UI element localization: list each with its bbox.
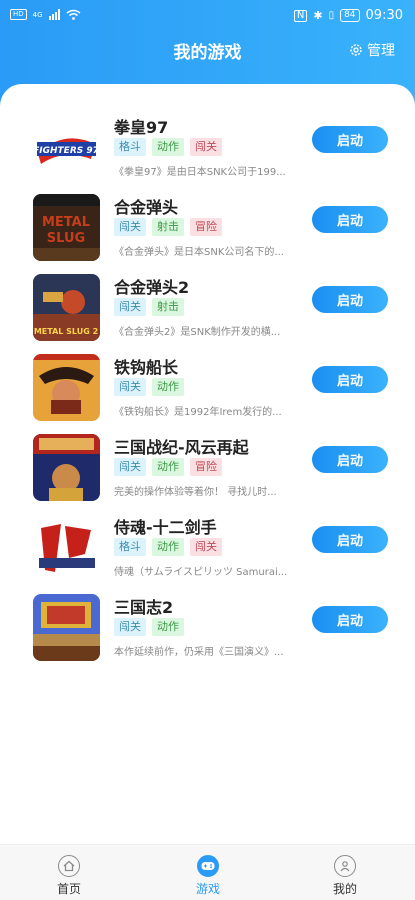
gamepad-icon bbox=[197, 855, 219, 877]
game-cover-metal-slug: METAL SLUG bbox=[33, 194, 100, 261]
game-title: 铁钩船长 bbox=[114, 358, 179, 377]
game-title: 三国战纪-风云再起 bbox=[114, 438, 249, 457]
tag: 冒险 bbox=[190, 458, 222, 476]
tab-games[interactable]: 游戏 bbox=[178, 855, 238, 897]
game-row-captain-hook[interactable]: 铁钩船长 闯关 动作 《铁钩船长》是1992年Irem发行的... 启动 bbox=[0, 354, 415, 434]
tag: 动作 bbox=[152, 538, 184, 556]
launch-button[interactable]: 启动 bbox=[312, 366, 388, 393]
game-row-metal-slug-2[interactable]: METAL SLUG 2 合金弹头2 闯关 射击 《合金弹头2》是SNK制作开发… bbox=[0, 274, 415, 354]
game-description: 《铁钩船长》是1992年Irem发行的... bbox=[114, 407, 282, 418]
tab-mine-label: 我的 bbox=[332, 882, 357, 896]
tag: 格斗 bbox=[114, 138, 146, 156]
launch-button[interactable]: 启动 bbox=[312, 446, 388, 473]
game-description: 《合金弹头2》是SNK制作开发的横... bbox=[114, 327, 281, 338]
tag: 闯关 bbox=[114, 378, 146, 396]
game-cover-kof97: FIGHTERS 97 bbox=[33, 114, 100, 181]
tag: 格斗 bbox=[114, 538, 146, 556]
user-icon bbox=[334, 855, 356, 877]
svg-text:METAL SLUG 2: METAL SLUG 2 bbox=[34, 327, 98, 336]
game-cover-sanguozhi-2 bbox=[33, 594, 100, 661]
tab-mine[interactable]: 我的 bbox=[315, 855, 375, 897]
game-description: 本作延续前作，仍采用《三国演义》... bbox=[114, 647, 284, 658]
game-row-samurai-shodown[interactable]: 侍魂-十二剑手 格斗 动作 闯关 侍魂（サムライスピリッツ Samurai...… bbox=[0, 514, 415, 594]
game-description: 侍魂（サムライスピリッツ Samurai... bbox=[114, 567, 288, 578]
wifi-icon bbox=[66, 9, 81, 20]
signal-gen-label: 4G bbox=[32, 10, 43, 19]
tag: 射击 bbox=[152, 298, 184, 316]
tag: 动作 bbox=[152, 618, 184, 636]
home-icon bbox=[58, 855, 80, 877]
tag: 闯关 bbox=[114, 298, 146, 316]
tag: 闯关 bbox=[190, 538, 222, 556]
tag: 射击 bbox=[152, 218, 184, 236]
tab-home[interactable]: 首页 bbox=[39, 855, 99, 897]
game-row-sanguo-zhanji[interactable]: 三国战纪-风云再起 闯关 动作 冒险 完美的操作体验等着你！ 寻找儿时... 启… bbox=[0, 434, 415, 514]
tag: 闯关 bbox=[114, 618, 146, 636]
game-description: 完美的操作体验等着你！ 寻找儿时... bbox=[114, 487, 277, 498]
launch-button[interactable]: 启动 bbox=[312, 606, 388, 633]
tag: 动作 bbox=[152, 138, 184, 156]
game-row-sanguozhi-2[interactable]: 三国志2 闯关 动作 本作延续前作，仍采用《三国演义》... 启动 bbox=[0, 594, 415, 674]
game-title: 合金弹头2 bbox=[114, 278, 190, 297]
tag: 闯关 bbox=[190, 138, 222, 156]
game-tags: 闯关 射击 bbox=[114, 298, 184, 316]
battery-icon: 84 bbox=[340, 9, 360, 22]
game-row-kof97[interactable]: FIGHTERS 97 拳皇97 格斗 动作 闯关 《拳皇97》是由日本SNK公… bbox=[0, 114, 415, 194]
tag: 冒险 bbox=[190, 218, 222, 236]
nfc-icon: N bbox=[293, 9, 308, 22]
game-description: 《拳皇97》是由日本SNK公司于199... bbox=[114, 167, 286, 178]
game-cover-samurai-shodown bbox=[33, 514, 100, 581]
game-description: 《合金弹头》是日本SNK公司名下的... bbox=[114, 247, 284, 258]
network-badge: HD bbox=[10, 9, 27, 20]
vibrate-icon: ▯ bbox=[328, 10, 335, 21]
game-list-card: FIGHTERS 97 拳皇97 格斗 动作 闯关 《拳皇97》是由日本SNK公… bbox=[0, 84, 415, 844]
game-title: 拳皇97 bbox=[114, 118, 169, 137]
game-tags: 闯关 动作 bbox=[114, 378, 184, 396]
game-title: 三国志2 bbox=[114, 598, 174, 617]
status-bar: HD 4G N ✱ ▯ 84 09:30 bbox=[0, 0, 415, 32]
svg-text:SLUG: SLUG bbox=[47, 231, 85, 246]
tab-games-label: 游戏 bbox=[195, 882, 220, 896]
tab-home-label: 首页 bbox=[56, 882, 81, 896]
bottom-tab-bar: 首页 游戏 我的 bbox=[0, 844, 415, 900]
bluetooth-icon: ✱ bbox=[313, 9, 323, 22]
svg-text:FIGHTERS 97: FIGHTERS 97 bbox=[33, 146, 100, 156]
game-tags: 闯关 射击 冒险 bbox=[114, 218, 222, 236]
game-title: 侍魂-十二剑手 bbox=[114, 518, 217, 537]
launch-button[interactable]: 启动 bbox=[312, 526, 388, 553]
game-tags: 格斗 动作 闯关 bbox=[114, 538, 222, 556]
manage-button[interactable]: 管理 bbox=[349, 40, 395, 60]
manage-label: 管理 bbox=[367, 43, 395, 59]
game-tags: 闯关 动作 冒险 bbox=[114, 458, 222, 476]
game-row-metal-slug[interactable]: METAL SLUG 合金弹头 闯关 射击 冒险 《合金弹头》是日本SNK公司名… bbox=[0, 194, 415, 274]
tag: 闯关 bbox=[114, 458, 146, 476]
launch-button[interactable]: 启动 bbox=[312, 286, 388, 313]
gear-icon bbox=[350, 44, 362, 56]
game-cover-metal-slug-2: METAL SLUG 2 bbox=[33, 274, 100, 341]
signal-icon bbox=[48, 9, 60, 20]
status-left: HD 4G bbox=[10, 9, 81, 20]
tag: 动作 bbox=[152, 458, 184, 476]
launch-button[interactable]: 启动 bbox=[312, 126, 388, 153]
game-cover-sanguo-zhanji bbox=[33, 434, 100, 501]
clock: 09:30 bbox=[365, 8, 403, 23]
tag: 闯关 bbox=[114, 218, 146, 236]
game-cover-captain-hook bbox=[33, 354, 100, 421]
launch-button[interactable]: 启动 bbox=[312, 206, 388, 233]
game-title: 合金弹头 bbox=[114, 198, 179, 217]
status-right: N ✱ ▯ 84 09:30 bbox=[293, 8, 403, 23]
game-tags: 格斗 动作 闯关 bbox=[114, 138, 222, 156]
tag: 动作 bbox=[152, 378, 184, 396]
game-tags: 闯关 动作 bbox=[114, 618, 184, 636]
svg-text:METAL: METAL bbox=[42, 215, 90, 230]
